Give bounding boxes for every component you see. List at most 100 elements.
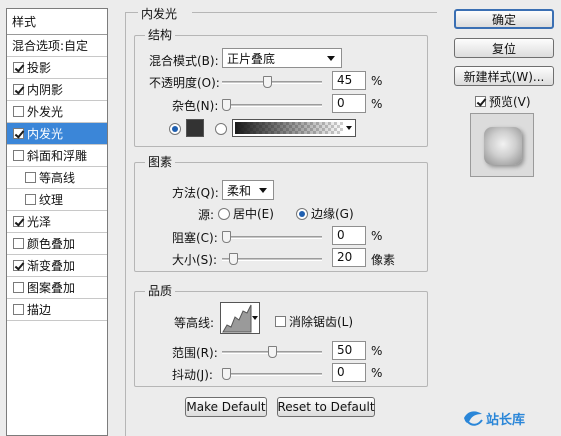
styles-header: 样式 — [7, 9, 107, 35]
size-slider[interactable] — [222, 253, 322, 265]
new-style-button[interactable]: 新建样式(W)... — [454, 66, 554, 86]
edge-radio[interactable] — [296, 207, 308, 220]
range-slider[interactable] — [222, 346, 322, 358]
style-item-checkbox[interactable] — [13, 62, 24, 73]
panel-title-label: 内发光 — [141, 7, 178, 21]
style-item-3[interactable]: 外发光 — [7, 101, 107, 123]
style-item-9[interactable]: 颜色叠加 — [7, 233, 107, 255]
style-item-4[interactable]: 内发光 — [7, 123, 107, 145]
reset-button[interactable]: 复位 — [454, 38, 554, 58]
opacity-slider[interactable] — [222, 76, 322, 88]
style-item-checkbox[interactable] — [13, 84, 24, 95]
contour-label: 等高线: — [174, 316, 215, 330]
source-edge-option[interactable]: 边缘(G) — [296, 205, 354, 222]
style-item-1[interactable]: 投影 — [7, 57, 107, 79]
jitter-slider[interactable] — [222, 368, 322, 380]
style-item-6[interactable]: 等高线 — [7, 167, 107, 189]
style-item-checkbox[interactable] — [13, 304, 24, 315]
style-item-checkbox[interactable] — [25, 172, 36, 183]
chevron-down-icon — [259, 188, 267, 193]
style-item-checkbox[interactable] — [13, 150, 24, 161]
choke-input[interactable]: 0 — [332, 226, 366, 245]
noise-unit: % — [371, 97, 383, 111]
style-item-label: 混合选项:自定 — [12, 38, 89, 53]
style-item-label: 渐变叠加 — [27, 258, 76, 273]
watermark: 站长库 — [462, 408, 525, 428]
source-center-option[interactable]: 居中(E) — [218, 205, 274, 222]
ok-button[interactable]: 确定 — [454, 9, 554, 29]
style-item-checkbox[interactable] — [25, 194, 36, 205]
quality-title: 品质 — [145, 284, 176, 298]
preview-label: 预览(V) — [489, 95, 531, 109]
choke-unit: % — [371, 229, 383, 243]
size-input[interactable]: 20 — [332, 248, 366, 267]
opacity-input[interactable]: 45 — [332, 71, 366, 90]
style-item-10[interactable]: 渐变叠加 — [7, 255, 107, 277]
glow-color-swatch[interactable] — [186, 119, 204, 137]
antialias-checkbox[interactable] — [275, 316, 286, 327]
chevron-down-icon — [252, 316, 258, 320]
style-item-12[interactable]: 描边 — [7, 299, 107, 321]
style-items: 混合选项:自定投影内阴影外发光内发光斜面和浮雕等高线纹理光泽颜色叠加渐变叠加图案… — [7, 35, 107, 321]
style-item-label: 光泽 — [27, 214, 52, 229]
jitter-unit: % — [371, 366, 383, 380]
structure-title: 结构 — [145, 28, 176, 42]
choke-slider[interactable] — [222, 231, 322, 243]
center-radio[interactable] — [218, 207, 230, 220]
method-select[interactable]: 柔和 — [222, 180, 274, 200]
style-item-checkbox[interactable] — [13, 282, 24, 293]
style-item-8[interactable]: 光泽 — [7, 211, 107, 233]
elements-title: 图素 — [145, 155, 176, 169]
size-unit: 像素 — [371, 253, 396, 267]
style-item-label: 等高线 — [39, 170, 76, 185]
chevron-down-icon — [327, 56, 335, 61]
method-label: 方法(Q): — [172, 186, 219, 200]
antialias-option[interactable]: 消除锯齿(L) — [275, 313, 353, 330]
gradient-picker[interactable] — [232, 119, 356, 137]
size-slider-thumb[interactable] — [229, 253, 238, 265]
watermark-logo-icon — [464, 411, 483, 426]
style-item-checkbox[interactable] — [13, 260, 24, 271]
reset-to-default-button[interactable]: Reset to Default — [277, 397, 375, 417]
contour-picker[interactable] — [220, 302, 260, 334]
noise-slider[interactable] — [222, 99, 322, 111]
style-item-checkbox[interactable] — [13, 238, 24, 249]
jitter-slider-thumb[interactable] — [222, 368, 231, 380]
blend-mode-select[interactable]: 正片叠底 — [222, 48, 342, 68]
opacity-label: 不透明度(O): — [149, 76, 220, 90]
method-value: 柔和 — [227, 183, 252, 198]
choke-slider-thumb[interactable] — [222, 231, 231, 243]
style-item-checkbox[interactable] — [13, 216, 24, 227]
noise-slider-thumb[interactable] — [222, 99, 231, 111]
style-item-label: 外发光 — [27, 104, 64, 119]
gradient-radio[interactable] — [215, 123, 227, 135]
style-item-label: 纹理 — [39, 192, 64, 207]
preview-checkbox[interactable] — [475, 96, 486, 107]
gradient-preview — [235, 122, 343, 134]
source-label: 源: — [198, 208, 215, 222]
style-item-5[interactable]: 斜面和浮雕 — [7, 145, 107, 167]
style-item-0[interactable]: 混合选项:自定 — [7, 35, 107, 57]
style-item-2[interactable]: 内阴影 — [7, 79, 107, 101]
noise-input[interactable]: 0 — [332, 94, 366, 113]
jitter-input[interactable]: 0 — [332, 363, 366, 382]
style-item-label: 颜色叠加 — [27, 236, 76, 251]
preview-option[interactable]: 预览(V) — [475, 93, 531, 110]
range-slider-thumb[interactable] — [268, 346, 277, 358]
range-label: 范围(R): — [172, 346, 218, 360]
style-item-label: 投影 — [27, 60, 52, 75]
style-item-checkbox[interactable] — [13, 106, 24, 117]
range-input[interactable]: 50 — [332, 341, 366, 360]
style-item-11[interactable]: 图案叠加 — [7, 277, 107, 299]
noise-label: 杂色(N): — [172, 99, 219, 113]
blend-mode-label: 混合模式(B): — [149, 54, 219, 68]
style-item-checkbox[interactable] — [13, 128, 24, 139]
opacity-slider-thumb[interactable] — [263, 76, 272, 88]
contour-curve-icon — [222, 304, 252, 333]
make-default-button[interactable]: Make Default — [185, 397, 267, 417]
watermark-text: 站长库 — [486, 412, 526, 428]
style-item-label: 内发光 — [27, 126, 64, 141]
style-item-7[interactable]: 纹理 — [7, 189, 107, 211]
color-radio[interactable] — [169, 123, 181, 135]
opacity-unit: % — [371, 74, 383, 88]
